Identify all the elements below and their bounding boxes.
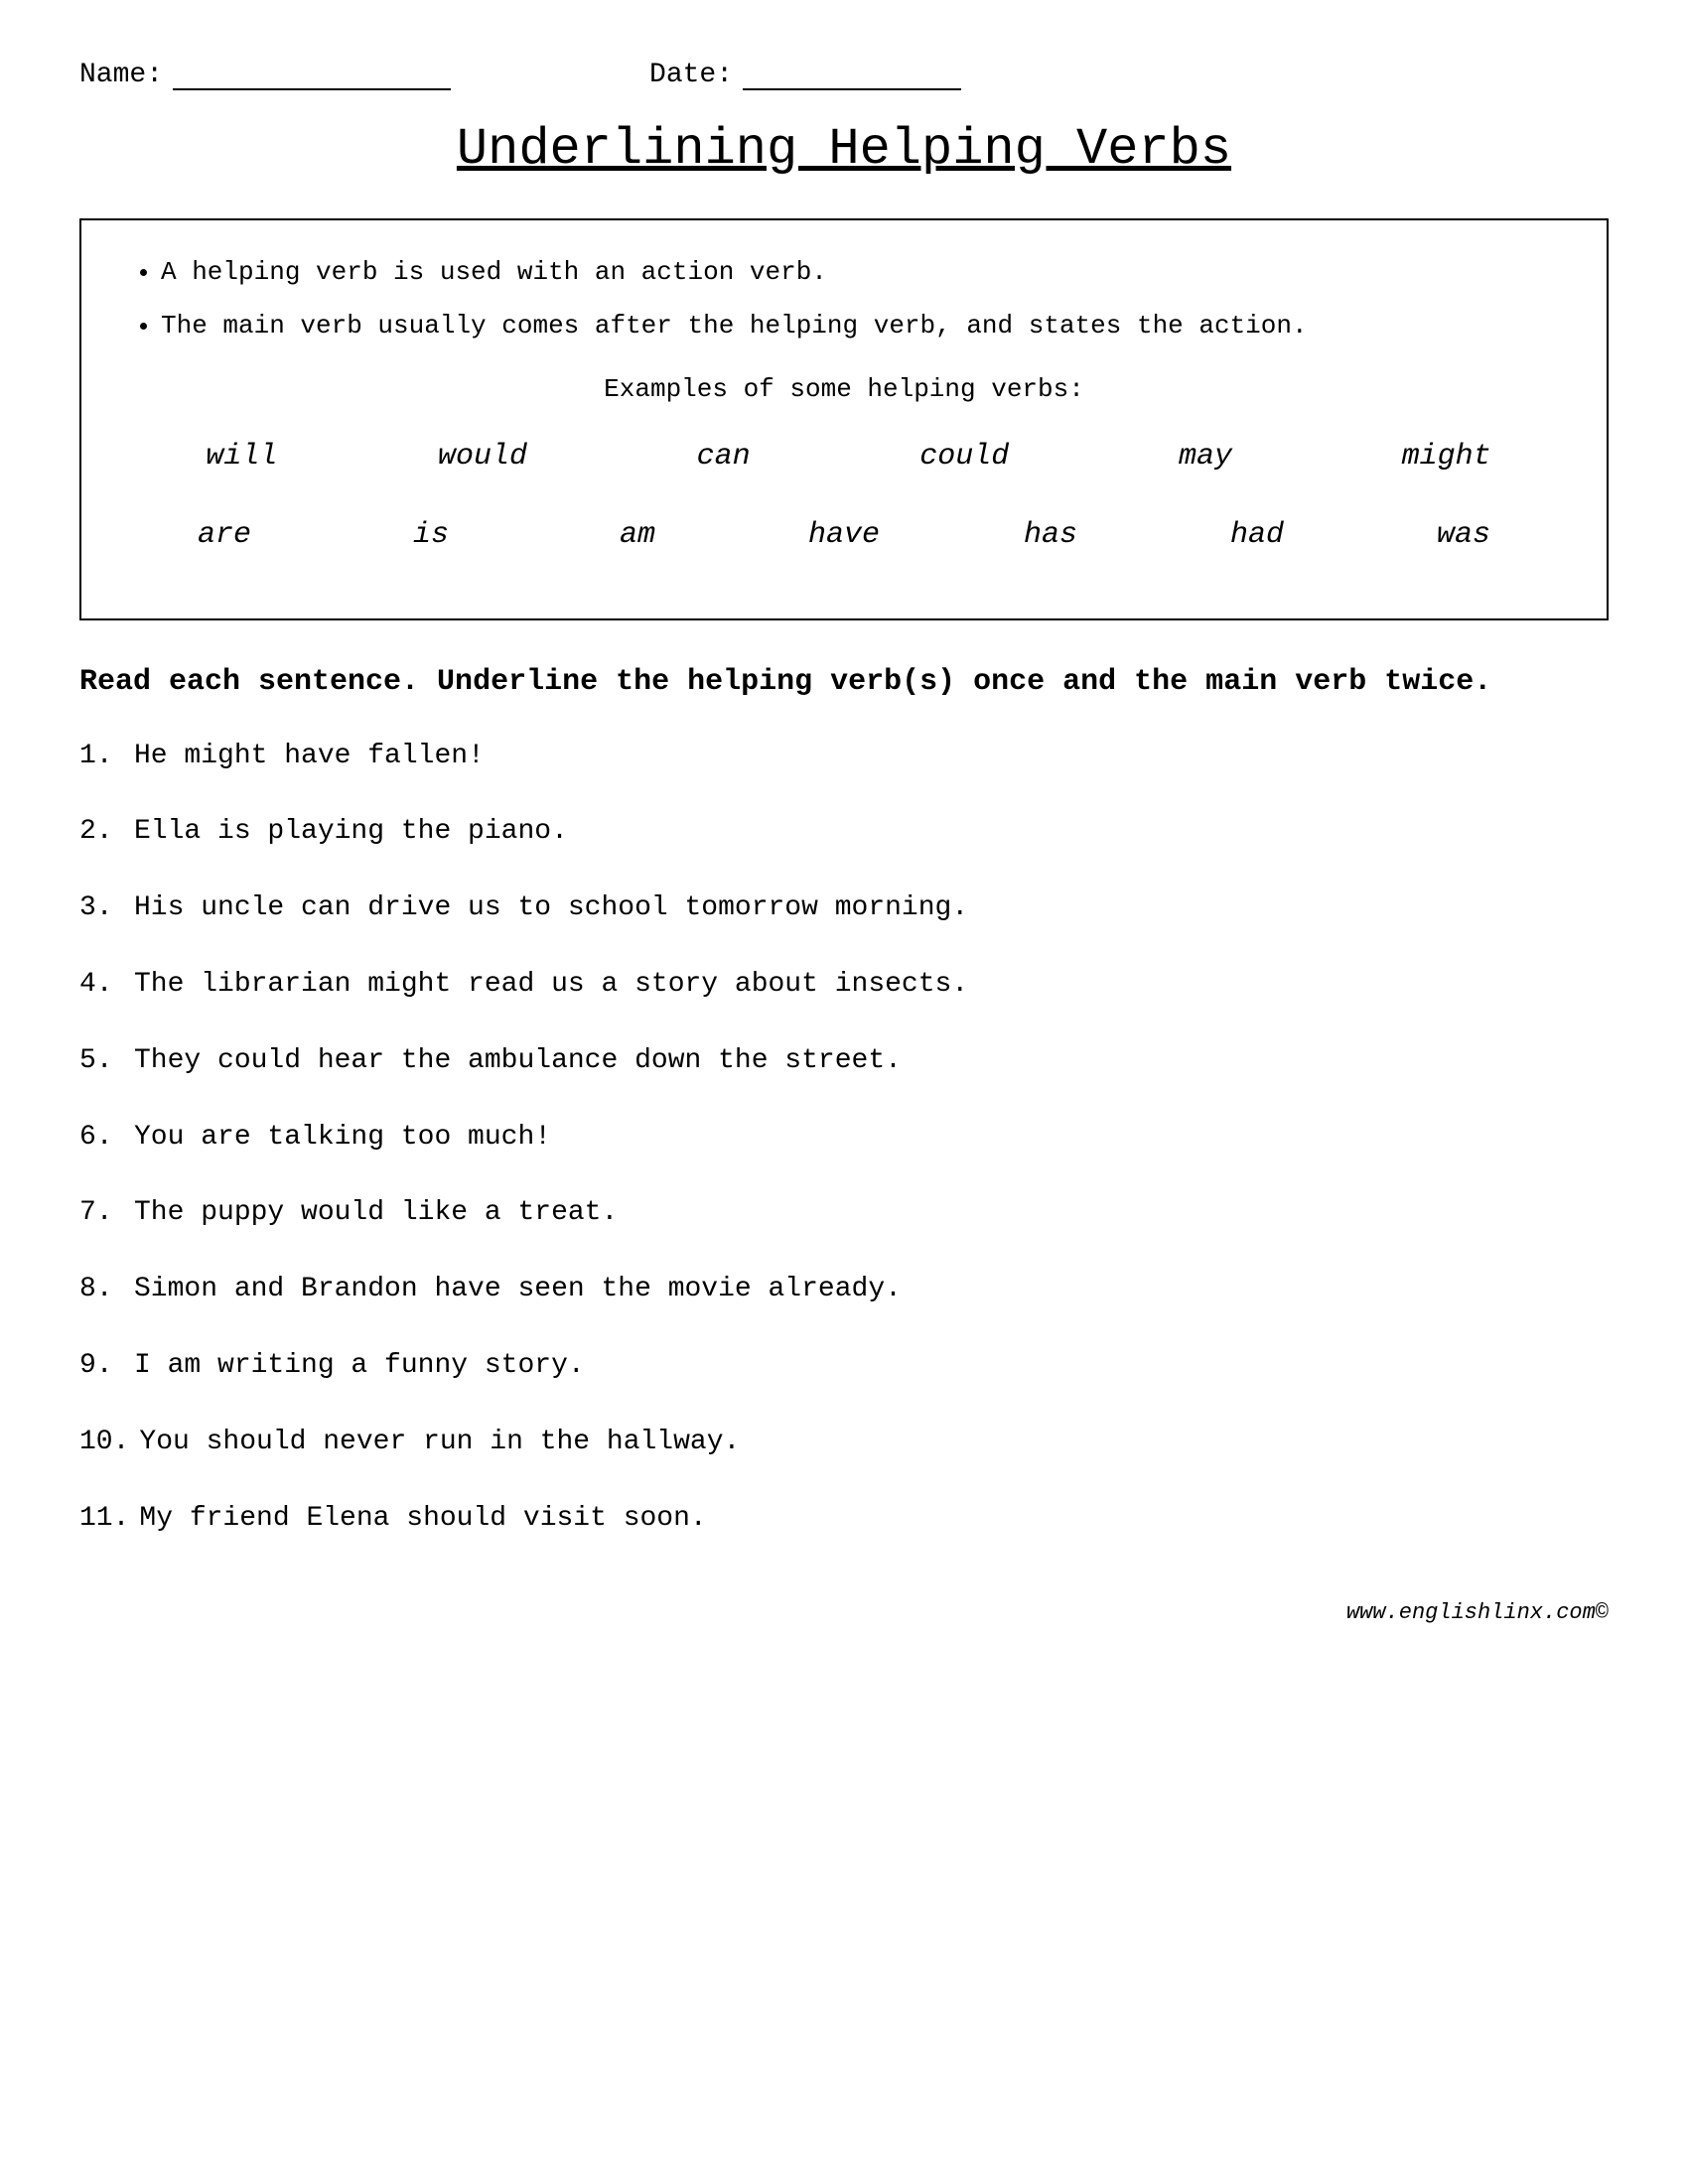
sentence-number: 6. (79, 1116, 124, 1160)
date-line (743, 63, 961, 90)
sentence-number: 7. (79, 1191, 124, 1236)
sentence-number: 8. (79, 1268, 124, 1312)
bullet-list: A helping verb is used with an action ve… (121, 250, 1567, 347)
sentence-text: Ella is playing the piano. (134, 810, 568, 855)
sentence-item: 1.He might have fallen! (79, 735, 1609, 779)
sentence-text: They could hear the ambulance down the s… (134, 1039, 902, 1084)
sentence-text: You should never run in the hallway. (139, 1421, 740, 1465)
verb-item: would (433, 432, 532, 482)
name-field: Name: (79, 60, 451, 90)
sentence-item: 5.They could hear the ambulance down the… (79, 1039, 1609, 1084)
verb-item: had (1207, 510, 1307, 561)
sentence-number: 11. (79, 1497, 129, 1542)
header: Name: Date: (79, 60, 1609, 90)
sentence-item: 10.You should never run in the hallway. (79, 1421, 1609, 1465)
verb-item: am (588, 510, 687, 561)
verb-item: are (175, 510, 274, 561)
sentence-text: You are talking too much! (134, 1116, 551, 1160)
sentence-item: 7.The puppy would like a treat. (79, 1191, 1609, 1236)
sentence-item: 11.My friend Elena should visit soon. (79, 1497, 1609, 1542)
verb-row-2: are is am have has had was (121, 510, 1567, 561)
verb-item: was (1414, 510, 1513, 561)
sentence-item: 4.The librarian might read us a story ab… (79, 963, 1609, 1008)
sentence-text: The librarian might read us a story abou… (134, 963, 968, 1008)
sentence-number: 2. (79, 810, 124, 855)
sentence-item: 2.Ella is playing the piano. (79, 810, 1609, 855)
sentence-text: Simon and Brandon have seen the movie al… (134, 1268, 902, 1312)
instructions: Read each sentence. Underline the helpin… (79, 660, 1609, 705)
sentence-item: 8.Simon and Brandon have seen the movie … (79, 1268, 1609, 1312)
bullet-item-1: A helping verb is used with an action ve… (161, 250, 1567, 294)
sentence-item: 3.His uncle can drive us to school tomor… (79, 887, 1609, 931)
sentence-text: The puppy would like a treat. (134, 1191, 618, 1236)
name-label: Name: (79, 60, 163, 90)
sentence-number: 3. (79, 887, 124, 931)
verb-item: is (381, 510, 481, 561)
info-box: A helping verb is used with an action ve… (79, 218, 1609, 620)
verb-item: have (794, 510, 894, 561)
verb-table: will would can could may might are is am have has… (121, 432, 1567, 561)
sentence-list: 1.He might have fallen!2.Ella is playing… (79, 735, 1609, 1542)
name-line (173, 63, 451, 90)
verb-item: has (1001, 510, 1100, 561)
verb-item: could (914, 432, 1014, 482)
sentence-text: My friend Elena should visit soon. (139, 1497, 706, 1542)
examples-title: Examples of some helping verbs: (121, 367, 1567, 411)
verb-item: will (192, 432, 291, 482)
page-title: Underlining Helping Verbs (79, 120, 1609, 179)
sentence-item: 6.You are talking too much! (79, 1116, 1609, 1160)
sentence-number: 5. (79, 1039, 124, 1084)
verb-item: may (1156, 432, 1255, 482)
sentence-number: 9. (79, 1344, 124, 1389)
verb-row-1: will would can could may might (121, 432, 1567, 482)
sentence-item: 9.I am writing a funny story. (79, 1344, 1609, 1389)
sentence-text: He might have fallen! (134, 735, 485, 779)
sentence-number: 1. (79, 735, 124, 779)
sentence-number: 10. (79, 1421, 129, 1465)
date-field: Date: (649, 60, 961, 90)
date-label: Date: (649, 60, 733, 90)
sentence-text: I am writing a funny story. (134, 1344, 585, 1389)
footer: www.englishlinx.com© (79, 1600, 1609, 1625)
sentence-text: His uncle can drive us to school tomorro… (134, 887, 968, 931)
verb-item: can (674, 432, 774, 482)
verb-item: might (1397, 432, 1496, 482)
bullet-item-2: The main verb usually comes after the he… (161, 304, 1567, 347)
sentence-number: 4. (79, 963, 124, 1008)
